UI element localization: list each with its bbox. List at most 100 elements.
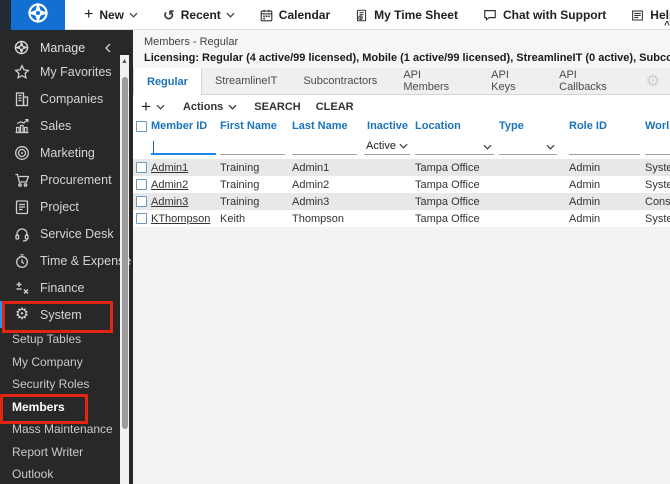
table-row[interactable]: Admin3 Training Admin3 Tampa Office Admin Con… [133, 193, 670, 210]
column-header-location[interactable]: Location [415, 120, 499, 132]
column-header-type[interactable]: Type [499, 120, 569, 132]
history-icon: ↺ [163, 7, 175, 23]
work-role-cell: Syste [645, 212, 670, 225]
work-role-filter-input[interactable] [645, 138, 670, 155]
sidebar-item-sales[interactable]: Sales [0, 112, 133, 139]
sidebar-item-finance[interactable]: Finance [0, 274, 133, 301]
scrollbar-thumb[interactable] [121, 77, 128, 429]
last-name-cell: Thompson [292, 212, 344, 225]
sidebar-subitem-outlook[interactable]: Outlook [0, 463, 133, 484]
search-button[interactable]: SEARCH [254, 101, 300, 113]
topbar-item-chat-with-support[interactable]: Chat with Support [483, 0, 606, 30]
column-header-last-name[interactable]: Last Name [292, 120, 364, 132]
member-id-link[interactable]: KThompson [151, 213, 210, 225]
sidebar-subitem-security-roles[interactable]: Security Roles [0, 373, 133, 396]
table-row[interactable]: Admin1 Training Admin1 Tampa Office Admin Sys… [133, 159, 670, 176]
sidebar-item-companies[interactable]: Companies [0, 85, 133, 112]
row-checkbox[interactable] [136, 179, 147, 191]
plus-icon: + [84, 6, 94, 23]
topbar-item-help-center[interactable]: Help Center^ [631, 0, 670, 31]
tab-streamlineit[interactable]: StreamlineIT [202, 68, 290, 94]
topbar: + New ↺ Recent Calendar My Time Sheet Chat wit… [0, 0, 670, 31]
gear-icon: ⚙ [14, 305, 30, 323]
column-header-worl[interactable]: Worl [645, 120, 670, 132]
scroll-up-icon[interactable]: ▲ [120, 55, 129, 69]
tab-api-keys[interactable]: API Keys [478, 68, 546, 94]
member-id-link[interactable]: Admin3 [151, 196, 188, 208]
tab-subcontractors[interactable]: Subcontractors [290, 68, 390, 94]
tab-regular[interactable]: Regular [133, 68, 202, 95]
topbar-item-my-time-sheet[interactable]: My Time Sheet [355, 0, 458, 30]
first-name-filter-input[interactable] [220, 138, 285, 155]
sidebar-item-time-expense[interactable]: Time & Expense [0, 247, 133, 274]
sidebar-item-procurement[interactable]: Procurement [0, 166, 133, 193]
sidebar-header-manage[interactable]: Manage [0, 34, 133, 61]
topbar-item-label: New [99, 8, 125, 22]
clipboard-icon [13, 199, 31, 215]
sidebar-scrollbar[interactable]: ▲ [120, 55, 129, 484]
table-row[interactable]: Admin2 Training Admin2 Tampa Office Admin Sys… [133, 176, 670, 193]
work-role-cell: Syste [645, 178, 670, 191]
last-name-cell: Admin1 [292, 161, 330, 174]
sidebar-subitem-report-writer[interactable]: Report Writer [0, 441, 133, 464]
sidebar-subitem-label: Security Roles [12, 377, 90, 392]
topbar-item-new[interactable]: + New [84, 0, 138, 30]
chevron-down-icon [226, 12, 235, 18]
last-name-filter-input[interactable] [292, 138, 357, 155]
table-row[interactable]: KThompson Keith Thompson Tampa Office Admin S… [133, 210, 670, 227]
topbar-item-recent[interactable]: ↺ Recent [163, 0, 235, 30]
column-header-role-id[interactable]: Role ID [569, 120, 645, 132]
grid-settings-button[interactable]: ⚙ [636, 68, 670, 94]
add-button[interactable]: + [141, 98, 151, 115]
tab-api-members[interactable]: API Members [390, 68, 478, 94]
sidebar-subitem-label: Outlook [12, 467, 54, 482]
sidebar-subitem-mass-maintenance[interactable]: Mass Maintenance [0, 418, 133, 441]
member-id-filter-input[interactable] [151, 138, 216, 155]
member-id-link[interactable]: Admin2 [151, 179, 188, 191]
sidebar-item-project[interactable]: Project [0, 193, 133, 220]
column-header-inactive[interactable]: Inactive [364, 120, 415, 132]
column-header-member-id[interactable]: Member ID [151, 120, 220, 132]
location-cell: Tampa Office [415, 161, 480, 174]
mathops-icon [13, 280, 31, 296]
work-role-cell: Syste [645, 161, 670, 174]
sidebar-item-marketing[interactable]: Marketing [0, 139, 133, 166]
location-filter-select[interactable] [415, 139, 494, 156]
sidebar-subitems: Setup Tables My Company Security Roles Memb… [0, 328, 133, 484]
connectwise-logo[interactable] [11, 0, 65, 30]
page-header: Members - Regular Licensing: Regular (4 … [133, 30, 670, 68]
sidebar-item-system[interactable]: ⚙ System [0, 301, 133, 328]
type-filter-select[interactable] [499, 139, 557, 156]
member-id-link[interactable]: Admin1 [151, 162, 188, 174]
add-dropdown-button[interactable] [156, 101, 165, 113]
select-all-checkbox[interactable] [136, 120, 147, 132]
actions-button[interactable]: Actions [183, 101, 237, 113]
clear-button[interactable]: CLEAR [316, 101, 354, 113]
row-checkbox[interactable] [136, 213, 147, 225]
tab-api-callbacks[interactable]: API Callbacks [546, 68, 636, 94]
sidebar-item-my-favorites[interactable]: My Favorites [0, 58, 133, 85]
topbar-item-calendar[interactable]: Calendar [260, 0, 330, 30]
sidebar-subitem-my-company[interactable]: My Company [0, 351, 133, 374]
location-cell: Tampa Office [415, 178, 480, 191]
text-cursor [153, 140, 154, 153]
grid-toolbar: + Actions SEARCH CLEAR [133, 95, 670, 118]
column-header-first-name[interactable]: First Name [220, 120, 292, 132]
row-checkbox[interactable] [136, 162, 147, 174]
tab-bar: Regular StreamlineIT Subcontractors API Mem… [133, 68, 670, 95]
sidebar-subitem-members[interactable]: Members [0, 396, 133, 419]
chevron-down-icon [156, 101, 165, 113]
table-body: Admin1 Training Admin1 Tampa Office Admin Sys… [133, 159, 670, 227]
sidebar-item-service-desk[interactable]: Service Desk [0, 220, 133, 247]
chevron-left-icon[interactable] [105, 43, 111, 53]
window-corner [0, 0, 11, 30]
inactive-filter-select[interactable]: Active [364, 139, 410, 155]
role-id-filter-input[interactable] [569, 138, 640, 155]
chevron-down-icon [129, 12, 138, 18]
first-name-cell: Keith [220, 212, 246, 225]
topbar-item-label: Calendar [278, 8, 331, 22]
row-checkbox[interactable] [136, 196, 147, 208]
sidebar-subitem-label: Report Writer [12, 444, 84, 459]
sidebar-subitem-setup-tables[interactable]: Setup Tables [0, 328, 133, 351]
role-id-cell: Admin [569, 212, 601, 225]
